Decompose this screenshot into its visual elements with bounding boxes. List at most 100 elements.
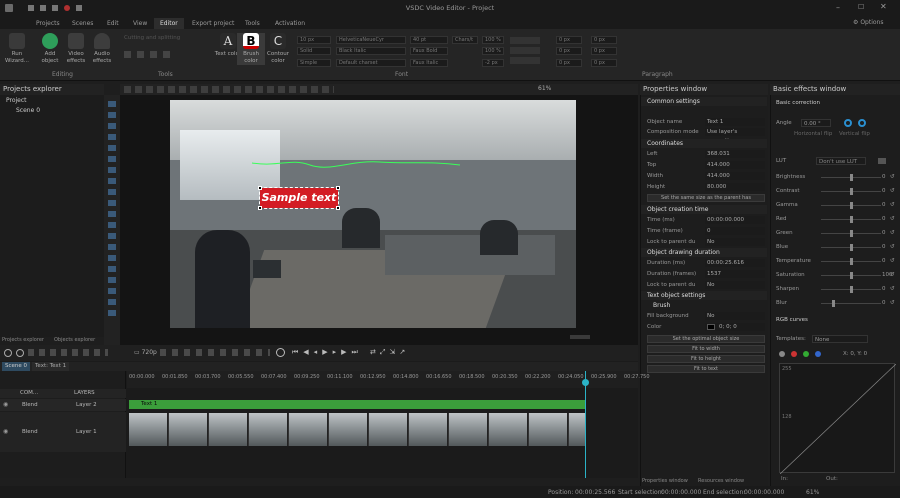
slider-value[interactable]: 0 — [882, 243, 886, 252]
layer-name[interactable]: Layer 1 — [76, 429, 97, 435]
para-space-1[interactable]: 0 px — [591, 36, 617, 44]
charset-field[interactable]: Default charset — [336, 59, 406, 67]
slider-track[interactable] — [821, 230, 881, 237]
reset-icon[interactable]: ↺ — [890, 201, 895, 210]
playhead[interactable] — [585, 371, 586, 478]
width-value[interactable]: 414.000 — [705, 172, 765, 180]
section-brush[interactable]: Brush — [641, 301, 767, 310]
menu-projects[interactable]: Projects — [30, 18, 66, 29]
all-channel-icon[interactable] — [779, 351, 785, 357]
menu-tools[interactable]: Tools — [239, 18, 266, 29]
tab-text[interactable]: Text: Text 1 — [32, 362, 70, 371]
options-button[interactable]: ⚙ Options — [853, 19, 883, 26]
contour-color-button[interactable]: C Contour color — [264, 33, 292, 65]
lock-value[interactable]: No — [705, 238, 765, 246]
reset-icon[interactable]: ↺ — [890, 215, 895, 224]
slider-value[interactable]: 0 — [882, 229, 886, 238]
close-icon[interactable]: ✕ — [880, 2, 887, 11]
menu-view[interactable]: View — [127, 18, 153, 29]
resize-handle[interactable] — [336, 206, 340, 210]
section-drawing-duration[interactable]: Object drawing duration — [641, 248, 767, 257]
para-indent-2[interactable]: 0 px — [556, 47, 582, 55]
reset-icon[interactable]: ↺ — [890, 285, 895, 294]
left-value[interactable]: 368.031 — [705, 150, 765, 158]
slider-knob[interactable] — [850, 286, 853, 293]
slider-track[interactable] — [821, 216, 881, 223]
add-object-button[interactable]: Add object — [36, 33, 64, 65]
basic-correction-header[interactable]: Basic correction — [776, 99, 896, 108]
red-channel-icon[interactable] — [790, 351, 797, 357]
lut-select[interactable]: Don't use LUT — [816, 157, 866, 165]
zoom-out-icon[interactable] — [16, 349, 24, 357]
font-family-field[interactable]: HelveticaNeueCyr — [336, 36, 406, 44]
reset-icon[interactable]: ↺ — [890, 173, 895, 182]
slider-track[interactable] — [821, 244, 881, 251]
track-layer-1[interactable]: ◉ Blend Layer 1 — [0, 412, 126, 452]
rotate-ccw-icon[interactable] — [844, 119, 852, 127]
para-space-3[interactable]: 0 px — [591, 59, 617, 67]
curve-editor[interactable]: 255 128 — [779, 363, 897, 475]
slider-knob[interactable] — [832, 300, 835, 307]
resize-handle[interactable] — [258, 186, 262, 190]
blue-channel-icon[interactable] — [814, 351, 821, 357]
tree-project[interactable]: Project — [6, 97, 27, 104]
crop-icon[interactable] — [124, 51, 131, 58]
templates-select[interactable]: None — [812, 335, 868, 343]
blend-label[interactable]: Blend — [22, 402, 38, 408]
resize-handle[interactable] — [258, 206, 262, 210]
blend-label[interactable]: Blend — [22, 429, 38, 435]
slider-knob[interactable] — [850, 216, 853, 223]
slider-knob[interactable] — [850, 202, 853, 209]
rotate-cw-icon[interactable] — [858, 119, 866, 127]
quality-select[interactable]: ▭ 720p — [134, 349, 157, 356]
track-layer-2[interactable]: ◉ Blend Layer 2 — [0, 399, 126, 411]
slider-value[interactable]: 0 — [882, 201, 886, 210]
top-value[interactable]: 414.000 — [705, 161, 765, 169]
angle-value[interactable]: 0.00 ° — [801, 119, 831, 127]
duration-ms-value[interactable]: 00:00:25.616 — [705, 259, 765, 267]
reset-icon[interactable]: ↺ — [890, 257, 895, 266]
canvas-tool-icons[interactable] — [124, 86, 334, 93]
slider-track[interactable] — [821, 202, 881, 209]
layers-icon[interactable] — [162, 51, 170, 58]
audio-effects-button[interactable]: Audio effects — [88, 33, 116, 65]
slider-track[interactable] — [821, 174, 881, 181]
slider-value[interactable]: 0 — [882, 215, 886, 224]
timer-icon[interactable] — [276, 348, 285, 357]
tab-properties[interactable]: Properties window — [642, 478, 688, 484]
spacing-field[interactable]: -2 px — [482, 59, 504, 67]
tab-resources[interactable]: Resources window — [698, 478, 744, 484]
zoom-in-icon[interactable] — [4, 349, 12, 357]
font-style-field[interactable]: Black Italic — [336, 47, 406, 55]
slider-value[interactable]: 0 — [882, 257, 886, 266]
color-swatch[interactable] — [707, 324, 715, 330]
timeline-tools[interactable] — [28, 349, 108, 356]
slider-track[interactable] — [821, 272, 881, 279]
para-indent-3[interactable]: 0 px — [556, 59, 582, 67]
slider-knob[interactable] — [850, 230, 853, 237]
reset-icon[interactable]: ↺ — [890, 271, 895, 280]
same-size-button[interactable]: Set the same size as the parent has — [647, 194, 765, 202]
lock2-value[interactable]: No — [705, 281, 765, 289]
fit-height-button[interactable]: Fit to height — [647, 355, 765, 363]
menu-activation[interactable]: Activation — [269, 18, 311, 29]
composition-value[interactable]: Use layer's properties — [705, 128, 765, 144]
section-coordinates[interactable]: Coordinates — [641, 139, 767, 148]
font-size-field[interactable]: 10 px — [297, 36, 331, 44]
faux-italic-field[interactable]: Faux Italic — [410, 59, 448, 67]
font-size-pt-field[interactable]: 40 pt — [410, 36, 448, 44]
line-style-field[interactable]: Solid — [297, 47, 331, 55]
zoom-level[interactable]: 61% — [538, 85, 551, 92]
extra-buttons[interactable]: ⇄⤢⇲↗ — [370, 348, 409, 357]
section-common[interactable]: Common settings — [641, 97, 767, 106]
slider-knob[interactable] — [850, 188, 853, 195]
maximize-icon[interactable]: ☐ — [858, 3, 864, 11]
slider-value[interactable]: 0 — [882, 173, 886, 182]
reset-icon[interactable]: ↺ — [890, 243, 895, 252]
time-ruler[interactable]: 00:00.000 00:01.850 00:03.700 00:05.550 00:0… — [127, 371, 650, 388]
h-scrollbar[interactable] — [570, 335, 590, 339]
align-center-icon[interactable] — [510, 47, 540, 54]
slider-track[interactable] — [821, 286, 881, 293]
time-frame-value[interactable]: 0 — [705, 227, 765, 235]
slider-track[interactable] — [821, 188, 881, 195]
